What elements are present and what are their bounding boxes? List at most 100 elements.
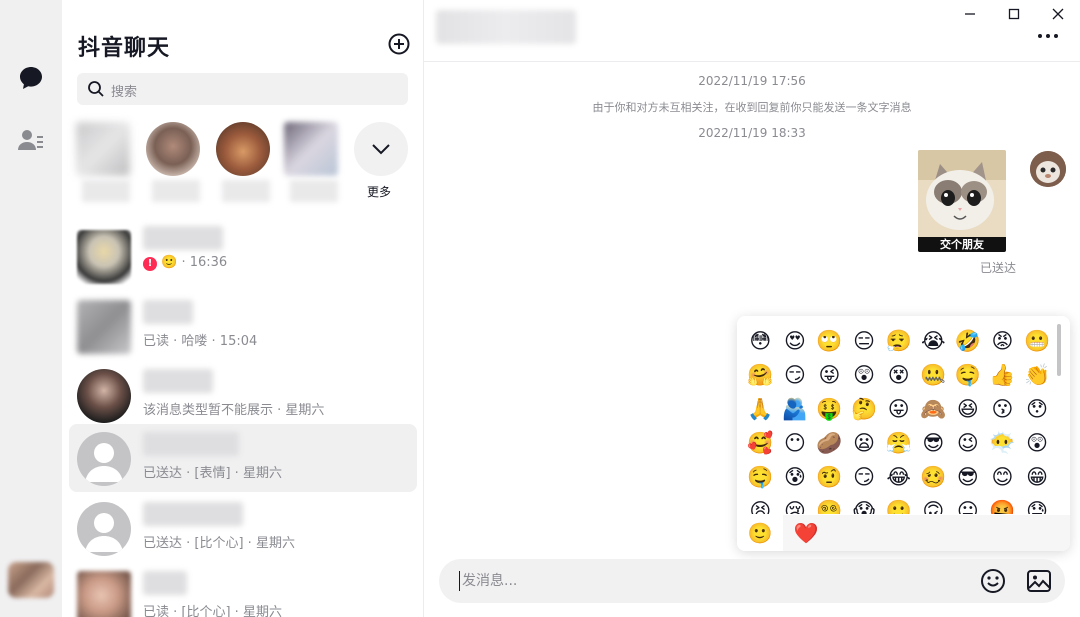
story-avatar[interactable]: [76, 122, 130, 176]
emoji-item[interactable]: 😛: [881, 392, 916, 426]
emoji-item[interactable]: 😮‍💨: [881, 324, 916, 358]
sticker-caption: 交个朋友: [918, 237, 1006, 252]
emoji-item[interactable]: 😤: [881, 426, 916, 460]
emoji-item[interactable]: 😰: [778, 460, 813, 494]
emoji-item[interactable]: 😑: [847, 324, 882, 358]
more-stories-button[interactable]: [354, 122, 408, 176]
conversation-item[interactable]: 已读 · [比个心] · 星期六: [69, 563, 417, 617]
emoji-item[interactable]: 😶‍🌫️: [985, 426, 1020, 460]
emoji-item[interactable]: 😬: [1020, 324, 1055, 358]
emoji-scrollbar[interactable]: [1057, 324, 1061, 376]
emoji-button[interactable]: [979, 567, 1007, 595]
conversation-item[interactable]: 已读 · 哈喽 · 15:04: [69, 292, 417, 360]
user-avatar[interactable]: [8, 562, 54, 598]
conversation-preview: 已读 · 哈喽 · 15:04: [143, 334, 258, 349]
emoji-item[interactable]: 🥰: [743, 426, 778, 460]
emoji-item[interactable]: 👏: [1020, 358, 1055, 392]
emoji-tab-smileys[interactable]: 🙂: [737, 515, 783, 551]
emoji-item[interactable]: 🙃: [916, 494, 951, 514]
my-avatar[interactable]: [1030, 151, 1066, 187]
sticker-message[interactable]: 交个朋友: [918, 150, 1006, 252]
story-avatar[interactable]: [146, 122, 200, 176]
conversation-item-active[interactable]: 已送达 · [表情] · 星期六: [69, 424, 417, 492]
emoji-item[interactable]: 😫: [743, 494, 778, 514]
emoji-item[interactable]: 🤬: [985, 494, 1020, 514]
system-notice: 由于你和对方未互相关注，在收到回复前你只能发送一条文字消息: [592, 101, 912, 114]
emoji-item[interactable]: 🙂: [881, 494, 916, 514]
emoji-item[interactable]: 🥴: [916, 460, 951, 494]
conversation-preview: ! 🙂 · 16:36: [143, 255, 227, 271]
emoji-item[interactable]: 🙏: [743, 392, 778, 426]
conversation-item[interactable]: 该消息类型暂不能展示 · 星期六: [69, 361, 417, 429]
maximize-button[interactable]: [1004, 4, 1024, 24]
emoji-item[interactable]: 😊: [985, 460, 1020, 494]
story-avatar[interactable]: [216, 122, 270, 176]
emoji-item[interactable]: 😲: [1020, 426, 1055, 460]
emoji-item[interactable]: 🙈: [916, 392, 951, 426]
emoji-item[interactable]: 😱: [847, 494, 882, 514]
emoji-item[interactable]: 😡: [985, 324, 1020, 358]
search-box[interactable]: 搜索: [77, 73, 408, 105]
conversation-item[interactable]: ! 🙂 · 16:36: [69, 222, 417, 290]
emoji-item[interactable]: 😁: [1020, 460, 1055, 494]
emoji-item[interactable]: 😎: [951, 460, 986, 494]
emoji-item[interactable]: 👍: [985, 358, 1020, 392]
emoji-item[interactable]: 😵‍💫: [812, 494, 847, 514]
emoji-item[interactable]: 😜: [812, 358, 847, 392]
emoji-item[interactable]: 😦: [847, 426, 882, 460]
emoji-item[interactable]: 😆: [951, 392, 986, 426]
avatar: [77, 369, 131, 423]
message-input[interactable]: [459, 571, 959, 591]
emoji-item[interactable]: 😂: [881, 460, 916, 494]
emoji-item[interactable]: 😎: [916, 426, 951, 460]
emoji-grid: 😳 😍 🙄 😑 😮‍💨 😭 🤣 😡 😬 🤗 😏 😜 😲 😵 🤐 🤤 👍 👏 🙏 🫂 🤑 🤔 😛 🙈 😆 😗 😯 🥰 😶 🥔 😦 😤 😎 😉 😶‍🌫️…: [743, 324, 1055, 514]
image-button[interactable]: [1025, 567, 1053, 595]
emoji-tab-hearts[interactable]: ❤️: [783, 515, 829, 551]
contact-name: [143, 300, 193, 324]
emoji-item[interactable]: 🤣: [951, 324, 986, 358]
emoji-item[interactable]: 😢: [778, 494, 813, 514]
chevron-down-icon: [372, 144, 390, 155]
emoji-item[interactable]: 😏: [847, 460, 882, 494]
emoji-item[interactable]: 🫂: [778, 392, 813, 426]
nav-rail: [0, 0, 62, 617]
emoji-item[interactable]: 😵: [881, 358, 916, 392]
chat-bubble-icon[interactable]: [16, 63, 46, 93]
emoji-item[interactable]: 😍: [778, 324, 813, 358]
page-title: 抖音聊天: [78, 36, 171, 61]
close-button[interactable]: [1048, 4, 1068, 24]
emoji-item[interactable]: 🤤: [951, 358, 986, 392]
conversation-item[interactable]: 已送达 · [比个心] · 星期六: [69, 494, 417, 562]
emoji-item[interactable]: 😶: [778, 426, 813, 460]
story-avatar[interactable]: [284, 122, 338, 176]
emoji-item[interactable]: 😲: [847, 358, 882, 392]
emoji-item[interactable]: 🤤: [743, 460, 778, 494]
more-options-button[interactable]: [1036, 28, 1060, 42]
emoji-item[interactable]: 😗: [985, 392, 1020, 426]
message-timestamp: 2022/11/19 18:33: [698, 126, 806, 140]
contacts-icon[interactable]: [16, 125, 46, 155]
maximize-icon: [1008, 8, 1020, 20]
image-icon: [1027, 570, 1051, 592]
emoji-item[interactable]: 😐: [951, 494, 986, 514]
emoji-item[interactable]: 😓: [1020, 494, 1055, 514]
peer-name: [436, 10, 576, 44]
story-name: [222, 180, 270, 202]
emoji-item[interactable]: 🥔: [812, 426, 847, 460]
emoji-item[interactable]: 😏: [778, 358, 813, 392]
emoji-item[interactable]: 🤨: [812, 460, 847, 494]
emoji-item[interactable]: 🤗: [743, 358, 778, 392]
emoji-item[interactable]: 🤐: [916, 358, 951, 392]
contact-name: [143, 369, 213, 393]
emoji-item[interactable]: 😉: [951, 426, 986, 460]
emoji-item[interactable]: 🤔: [847, 392, 882, 426]
add-chat-button[interactable]: [388, 33, 410, 55]
story-name: [152, 180, 200, 202]
emoji-item[interactable]: 😭: [916, 324, 951, 358]
emoji-item[interactable]: 🤑: [812, 392, 847, 426]
message-timestamp: 2022/11/19 17:56: [698, 74, 806, 88]
emoji-item[interactable]: 😳: [743, 324, 778, 358]
minimize-button[interactable]: [960, 4, 980, 24]
emoji-item[interactable]: 🙄: [812, 324, 847, 358]
emoji-item[interactable]: 😯: [1020, 392, 1055, 426]
